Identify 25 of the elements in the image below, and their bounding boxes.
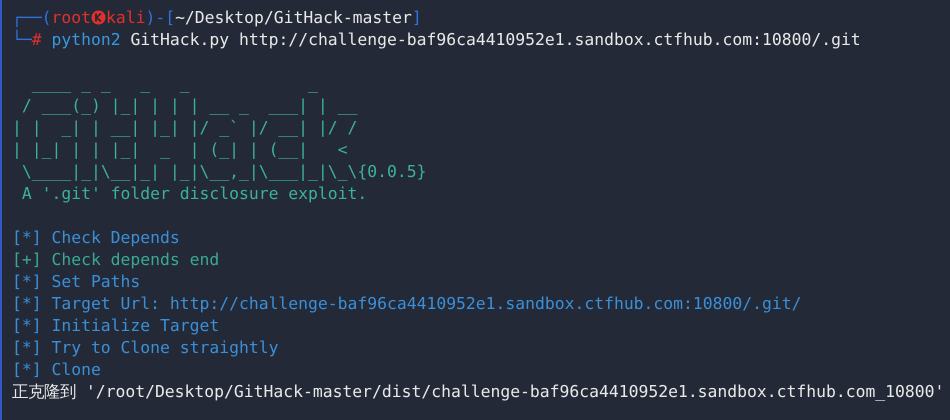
prompt-user: kali	[106, 8, 146, 27]
ascii-banner-line: | | _| | __| |_| |/ _` |/ __| |/ /	[12, 118, 358, 137]
prompt-path: ~/Desktop/GitHack-master	[175, 8, 412, 27]
output-text: 正克隆到 '/root/Desktop/GitHack-master/dist/challenge-baf96ca4410952e1.sandbox.ctfhub.com_10800'	[12, 382, 944, 401]
log-line: [*] Initialize Target	[12, 316, 220, 335]
log-line: [*] Set Paths	[12, 272, 140, 291]
prompt-frame: ]	[412, 8, 422, 27]
ascii-banner-line: \____|_|\__|_| |_|\__,_|\___|_|\_\{0.0.5}	[20, 162, 426, 181]
ascii-banner-line: / ___(_) |_| | | | __ _ ___| | __	[20, 96, 358, 115]
prompt-frame: )-[	[145, 8, 176, 27]
log-line: [*] Check Depends	[12, 228, 180, 247]
log-line: [*] Target Url: http://challenge-baf96ca4410952e1.sandbox.ctfhub.com:10800/.git/	[12, 294, 802, 313]
command-name: python2	[50, 30, 121, 49]
log-line: [+] Check depends end	[12, 250, 220, 269]
ascii-banner-line: ____ _ _ _ _ _	[30, 74, 318, 93]
prompt-symbol: #	[32, 30, 42, 49]
circle-badge-icon	[90, 10, 106, 25]
ascii-banner-line: | |_| | | |_| _ | (_| | (__| <	[12, 140, 348, 159]
log-line: [*] Clone	[12, 360, 101, 379]
prompt-frame: └─	[12, 30, 32, 49]
prompt-user: root	[51, 8, 91, 27]
log-line: [*] Try to Clone straightly	[12, 338, 278, 357]
ascii-banner-line: A '.git' folder disclosure exploit.	[20, 184, 368, 203]
prompt-frame: ┌──(	[12, 8, 52, 27]
output-text: GitHack.py http://challenge-baf96ca4410952e1.sandbox.ctfhub.com:10800/.git	[129, 30, 861, 49]
